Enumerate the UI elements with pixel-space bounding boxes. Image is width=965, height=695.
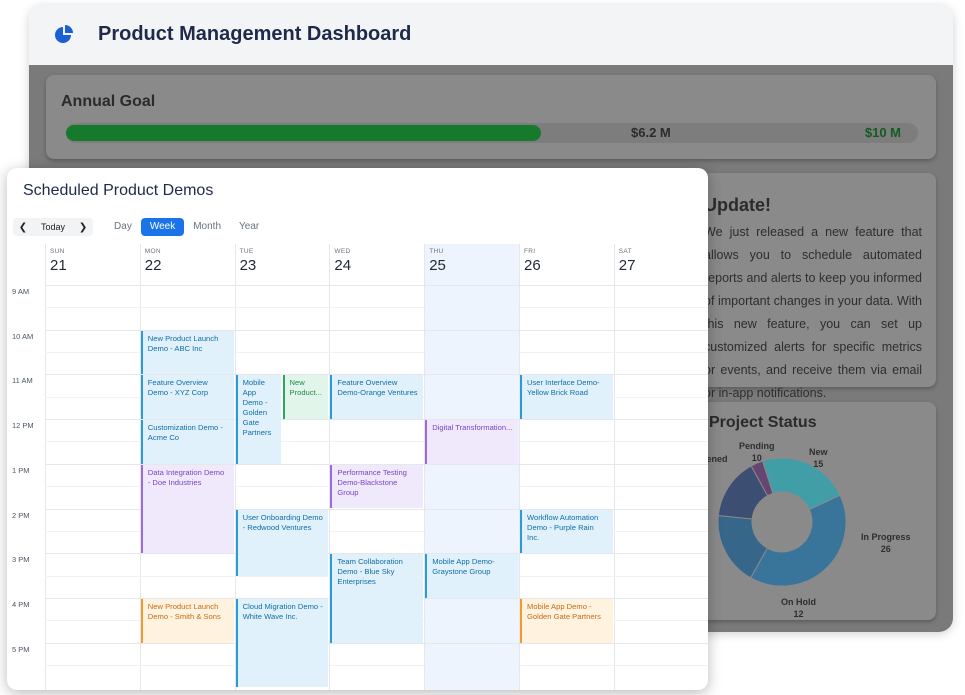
time-label: 11 AM (12, 376, 33, 386)
day-name: WED (334, 248, 351, 255)
annual-goal-current: $6.2 M (631, 125, 671, 140)
calendar-event[interactable]: New Product Launch Demo - ABC Inc (140, 330, 234, 375)
calendar-event[interactable]: Performance Testing Demo-Blackstone Grou… (330, 464, 424, 509)
update-title: Update! (704, 195, 771, 215)
calendar-event[interactable]: Feature Overview Demo-Orange Ventures (330, 375, 424, 420)
day-number: 23 (239, 257, 257, 274)
annual-goal-progress-fill (66, 125, 542, 141)
annual-goal-target: $10 M (864, 125, 901, 140)
day-number: 26 (524, 257, 541, 274)
view-day-button[interactable]: Day (105, 218, 141, 236)
scheduled-demos-title: Scheduled Product Demos (23, 182, 214, 199)
day-column-sat[interactable] (613, 244, 708, 690)
status-label-new: New 15 (809, 447, 828, 469)
day-header: FRI 26 (519, 244, 614, 285)
calendar-event[interactable]: Feature Overview Demo - XYZ Corp (140, 375, 234, 420)
day-header: TUE 23 (235, 244, 330, 285)
calendar-event[interactable]: Mobile App Demo - Golden Gate Partners (235, 375, 282, 464)
calendar-event[interactable]: Customization Demo - Acme Co (140, 420, 234, 464)
calendar-event[interactable]: User Interface Demo-Yellow Brick Road (520, 375, 613, 420)
day-name: FRI (524, 248, 536, 255)
calendar-event[interactable]: New Product Launch Demo - Smith & Sons (140, 598, 234, 643)
view-switcher: Day Week Month Year (105, 218, 268, 236)
calendar-event[interactable]: Mobile App Demo-Graystone Group (425, 554, 518, 598)
update-text: We just released a new feature that allo… (704, 225, 922, 400)
calendar-nav-group: ❮ Today ❯ (13, 218, 94, 236)
day-name: TUE (239, 248, 254, 255)
day-column-sun[interactable] (45, 244, 140, 690)
day-name: MON (144, 248, 161, 255)
week-grid: SUN 21 MON 22 TUE 23 WED 24 THU 25 FRI 26 SAT 27 9 AM 1… (7, 244, 708, 690)
calendar-event[interactable]: Data Integration Demo - Doe Industries (140, 464, 234, 554)
time-label: 3 PM (12, 555, 30, 565)
view-month-button[interactable]: Month (184, 218, 230, 236)
day-header: MON 22 (140, 244, 235, 285)
prev-week-button[interactable]: ❮ (13, 218, 33, 236)
calendar-event[interactable]: Cloud Migration Demo - White Wave Inc. (235, 598, 329, 688)
project-status-title: Project Status (709, 414, 817, 431)
day-header: WED 24 (329, 244, 424, 285)
dashboard-header: Product Management Dashboard (29, 5, 953, 65)
status-label-pending: Pending 10 (739, 441, 775, 463)
project-status-donut (717, 457, 847, 587)
today-button[interactable]: Today (33, 218, 73, 236)
view-year-button[interactable]: Year (230, 218, 268, 236)
calendar-event[interactable]: Workflow Automation Demo - Purple Rain I… (520, 509, 613, 554)
calendar-toolbar: ❮ Today ❯ Day Week Month Year (13, 218, 268, 236)
pie-chart-icon (55, 25, 73, 43)
view-week-button[interactable]: Week (140, 218, 185, 236)
annual-goal-card: Annual Goal $6.2 M $10 M (46, 75, 936, 159)
calendar-event[interactable]: New Product... (282, 375, 329, 420)
scheduled-demos-card: Scheduled Product Demos ❮ Today ❯ Day Wee… (7, 168, 708, 690)
status-label-in-progress: In Progress 26 (861, 532, 911, 554)
time-label: 4 PM (12, 599, 30, 609)
day-number: 27 (618, 257, 636, 274)
page-title: Product Management Dashboard (98, 23, 412, 45)
time-label: 1 PM (12, 465, 30, 475)
day-header: THU 25 (424, 244, 519, 285)
day-column-thu[interactable] (424, 244, 519, 690)
time-label: 10 AM (12, 331, 34, 341)
donut-slice-in-progress (749, 494, 847, 587)
calendar-event[interactable]: Digital Transformation... (425, 420, 518, 464)
day-number: 25 (429, 257, 446, 274)
chevron-left-icon: ❮ (18, 221, 28, 233)
calendar-event[interactable]: User Onboarding Demo - Redwood Ventures (235, 509, 329, 576)
hour-gridline (45, 285, 708, 286)
day-name: SAT (618, 248, 632, 255)
annual-goal-title: Annual Goal (61, 93, 156, 110)
calendar-event[interactable]: Team Collaboration Demo - Blue Sky Enter… (330, 554, 424, 643)
day-name: SUN (50, 248, 65, 255)
time-label: 5 PM (12, 644, 30, 654)
day-header: SUN 21 (45, 244, 140, 285)
half-hour-gridline (45, 664, 708, 666)
half-hour-gridline (45, 307, 708, 309)
time-label: 12 PM (12, 421, 34, 431)
day-number: 24 (334, 257, 352, 274)
day-number: 22 (144, 257, 162, 274)
time-label: 2 PM (12, 510, 30, 520)
status-label-on-hold: On Hold 12 (781, 597, 816, 619)
next-week-button[interactable]: ❯ (73, 218, 93, 236)
calendar-event[interactable]: Mobile App Demo - Golden Gate Partners (520, 598, 613, 643)
day-number: 21 (50, 257, 67, 274)
day-header: SAT 27 (614, 244, 708, 285)
annual-goal-progress-track (66, 123, 918, 143)
chevron-right-icon: ❯ (78, 221, 88, 233)
time-label: 9 AM (12, 287, 30, 296)
hour-gridline (45, 642, 708, 644)
day-name: THU (429, 248, 444, 255)
